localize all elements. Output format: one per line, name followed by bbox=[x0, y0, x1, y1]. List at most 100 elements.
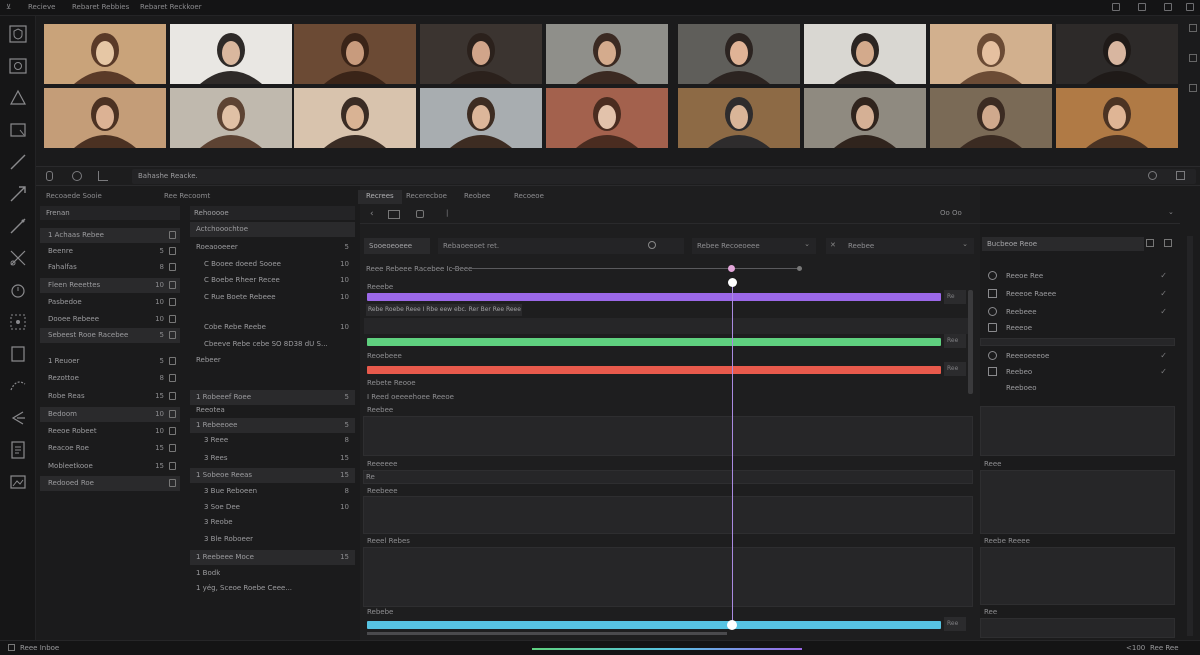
track-bar-cyan[interactable] bbox=[367, 621, 941, 629]
tab-0[interactable]: Recrees bbox=[358, 190, 402, 204]
media-thumbnail[interactable] bbox=[678, 24, 800, 84]
track-lane-8[interactable] bbox=[363, 496, 973, 534]
document-icon[interactable] bbox=[8, 440, 28, 460]
library-row[interactable]: Redooed Roe bbox=[40, 476, 180, 491]
media-thumbnail[interactable] bbox=[44, 88, 166, 148]
zoom-label[interactable]: Oo Oo bbox=[940, 209, 962, 217]
back-chevron-icon[interactable]: ‹ bbox=[370, 209, 374, 219]
library-row[interactable]: Fahalfas 8 bbox=[40, 260, 180, 275]
camera-icon[interactable] bbox=[8, 56, 28, 76]
refresh-icon[interactable] bbox=[72, 171, 82, 181]
playhead-line[interactable] bbox=[732, 280, 733, 626]
media-thumbnail[interactable] bbox=[170, 24, 292, 84]
track-lane-5[interactable] bbox=[363, 416, 973, 456]
scroll-up-icon[interactable] bbox=[1189, 24, 1197, 32]
track-lane-9[interactable] bbox=[363, 547, 973, 607]
media-thumbnail[interactable] bbox=[170, 88, 292, 148]
loop-icon[interactable] bbox=[416, 210, 424, 218]
clip-row[interactable]: C Booee doeed Sooee 10 bbox=[190, 257, 355, 272]
inspector-copy-icon[interactable] bbox=[1146, 239, 1154, 247]
inspector-row-1[interactable]: Reeeoe Raeee ✓ bbox=[980, 286, 1175, 302]
restore-icon[interactable] bbox=[1138, 3, 1146, 11]
clip-row[interactable]: Cobe Rebe Reebe 10 bbox=[190, 320, 355, 335]
media-thumbnail[interactable] bbox=[678, 88, 800, 148]
timer-icon[interactable] bbox=[8, 280, 28, 300]
clip-row[interactable]: 3 Reobe bbox=[190, 515, 355, 530]
media-thumbnail[interactable] bbox=[930, 24, 1052, 84]
media-thumbnail[interactable] bbox=[420, 24, 542, 84]
library-row[interactable]: 1 Reuoer 5 bbox=[40, 354, 180, 369]
scroll-mid-icon[interactable] bbox=[1189, 54, 1197, 62]
row-action-icon[interactable] bbox=[169, 281, 176, 289]
frame-icon[interactable] bbox=[8, 344, 28, 364]
playhead-handle-top[interactable] bbox=[728, 278, 737, 287]
inspector-row-2[interactable]: Reebeee ✓ bbox=[980, 304, 1175, 320]
tab-3[interactable]: Recoeoe bbox=[506, 190, 552, 204]
media-thumbnail[interactable] bbox=[804, 24, 926, 84]
library-row[interactable]: Pasbedoe 10 bbox=[40, 295, 180, 310]
preset-select[interactable]: Rebee Recoeoeee ⌄ bbox=[692, 238, 816, 254]
track-end-3[interactable]: Ree bbox=[944, 617, 966, 631]
library-row[interactable]: 1 Achaas Rebee bbox=[40, 228, 180, 243]
scissors-icon[interactable] bbox=[8, 248, 28, 268]
track-bar-purple[interactable] bbox=[367, 293, 941, 301]
menu-item-1[interactable]: Rebaret Rebbies bbox=[72, 3, 129, 11]
tag-icon[interactable] bbox=[98, 171, 108, 181]
shield-icon[interactable] bbox=[8, 24, 28, 44]
thumbnail-scrollbar[interactable] bbox=[1188, 24, 1198, 156]
clip-row[interactable]: C Boebe Rheer Recee 10 bbox=[190, 273, 355, 288]
playhead-handle-bottom[interactable] bbox=[727, 620, 737, 630]
media-thumbnail[interactable] bbox=[44, 24, 166, 84]
arrow-icon[interactable] bbox=[8, 184, 28, 204]
track-end-0[interactable]: Re bbox=[944, 290, 966, 304]
library-row[interactable]: Rezottoe 8 bbox=[40, 371, 180, 386]
row-action-icon[interactable] bbox=[169, 427, 176, 435]
inspector-row-4[interactable]: Reeeoeeeoe ✓ bbox=[980, 348, 1175, 364]
library-row[interactable]: Beenre 5 bbox=[40, 244, 180, 259]
ruler-end-marker[interactable] bbox=[797, 266, 802, 271]
clip-row[interactable]: 3 Soe Dee 10 bbox=[190, 500, 355, 515]
library-row[interactable]: Bedoom 10 bbox=[40, 407, 180, 422]
maximize-icon[interactable] bbox=[1164, 3, 1172, 11]
breadcrumb[interactable]: Bahashe Reacke. bbox=[132, 169, 1196, 184]
row-action-icon[interactable] bbox=[169, 247, 176, 255]
clip-row[interactable]: 1 Bodk bbox=[190, 566, 355, 581]
inspector-box-1[interactable] bbox=[980, 406, 1175, 456]
row-action-icon[interactable] bbox=[169, 357, 176, 365]
timeline-scroll-track[interactable] bbox=[367, 632, 727, 635]
app-menu-icon[interactable]: ⊻ bbox=[6, 3, 11, 11]
close-icon[interactable] bbox=[1186, 3, 1194, 11]
clip-row[interactable]: Rebeer bbox=[190, 353, 355, 368]
clip-row[interactable]: Roeaooeeer 5 bbox=[190, 240, 355, 255]
media-thumbnail[interactable] bbox=[294, 88, 416, 148]
track-end-1[interactable]: Ree bbox=[944, 334, 966, 348]
library-row[interactable]: Reeoe Robeet 10 bbox=[40, 424, 180, 439]
scroll-down-icon[interactable] bbox=[1189, 84, 1197, 92]
inspector-box-2[interactable] bbox=[980, 470, 1175, 534]
inspector-close-icon[interactable] bbox=[1164, 239, 1172, 247]
media-thumbnail[interactable] bbox=[1056, 24, 1178, 84]
clip-row[interactable]: Reeotea bbox=[190, 403, 355, 418]
clip-row[interactable]: Cbeeve Rebe cebe SO 8D38 dU S... bbox=[190, 337, 355, 352]
clip-row[interactable]: 3 Rees 15 bbox=[190, 451, 355, 466]
library-row[interactable]: Mobleetkooe 15 bbox=[40, 459, 180, 474]
media-thumbnail[interactable] bbox=[420, 88, 542, 148]
collapse-chevron-icon[interactable]: ⌄ bbox=[1168, 208, 1174, 216]
inspector-box-4[interactable] bbox=[980, 618, 1175, 638]
status-zoom[interactable]: <100 bbox=[1126, 644, 1145, 652]
lock-icon[interactable] bbox=[46, 171, 53, 181]
clip-row[interactable]: Actchooochtoe bbox=[190, 222, 355, 237]
track-bar-green[interactable] bbox=[367, 338, 941, 346]
inspector-row-5[interactable]: Reebeo ✓ bbox=[980, 364, 1175, 380]
row-action-icon[interactable] bbox=[169, 315, 176, 323]
inspector-row-0[interactable]: Reeoe Ree ✓ bbox=[980, 268, 1175, 284]
media-thumbnail[interactable] bbox=[930, 88, 1052, 148]
minimize-icon[interactable] bbox=[1112, 3, 1120, 11]
ruler-marker[interactable] bbox=[728, 265, 735, 272]
node-icon[interactable] bbox=[8, 312, 28, 332]
crop-icon[interactable] bbox=[8, 120, 28, 140]
track-lane-6[interactable] bbox=[363, 470, 973, 484]
tab-1[interactable]: Recerecboe bbox=[398, 190, 455, 204]
row-action-icon[interactable] bbox=[169, 298, 176, 306]
clip-title-row[interactable]: Rehooooe bbox=[190, 206, 355, 220]
